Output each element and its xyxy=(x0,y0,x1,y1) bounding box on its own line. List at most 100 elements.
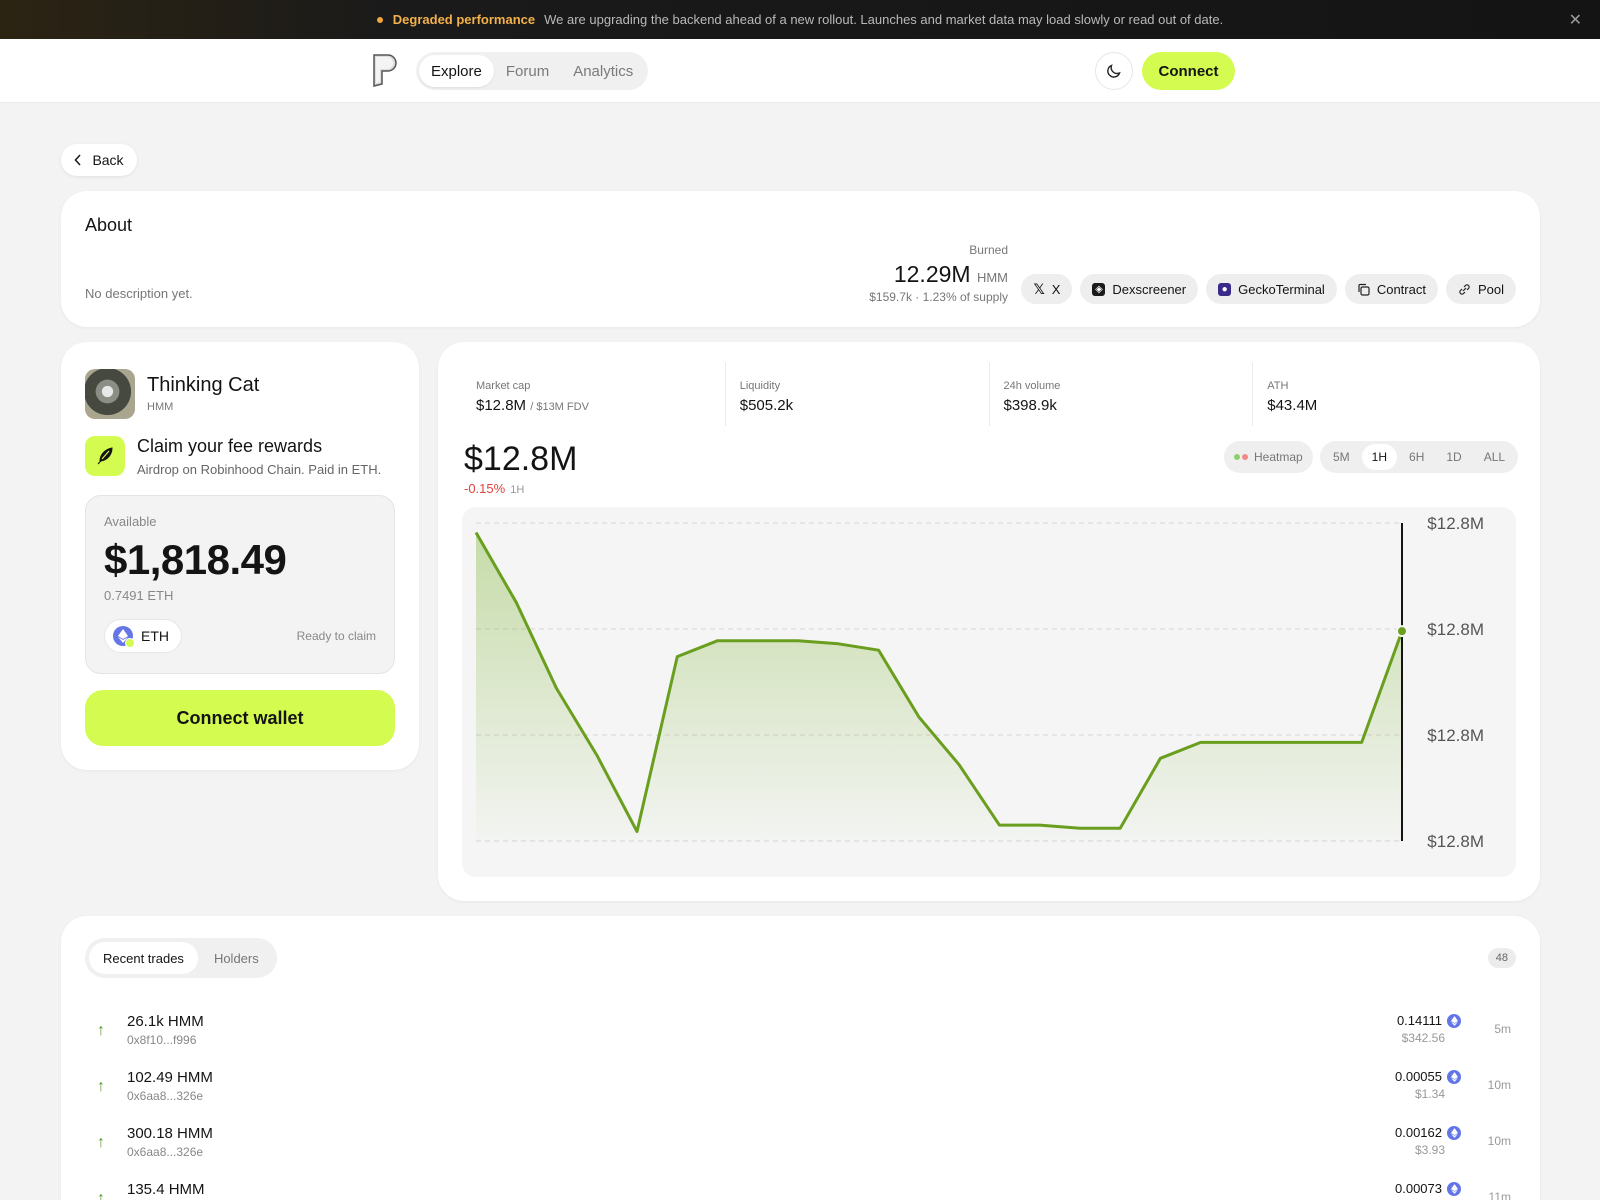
link-dexscreener[interactable]: ◈ Dexscreener xyxy=(1080,274,1199,304)
price-chart[interactable]: $12.8M $12.8M $12.8M $12.8M xyxy=(462,507,1516,877)
link-contract[interactable]: Contract xyxy=(1344,274,1438,304)
stat-value: $398.9k xyxy=(1003,397,1057,414)
link-icon xyxy=(1459,283,1470,295)
trade-usd: $1.34 xyxy=(1414,1087,1445,1101)
trade-address[interactable]: 0x6aa8...326e xyxy=(127,1145,203,1159)
burned-detail: $159.7k · 1.23% of supply xyxy=(869,290,1008,304)
trade-amount: 26.1k HMM xyxy=(127,1013,204,1030)
eth-icon xyxy=(113,626,135,648)
trade-eth-value: 0.14111 xyxy=(1396,1013,1442,1028)
trade-address[interactable]: 0x6aa8...326e xyxy=(127,1089,203,1103)
trade-eth: 0.14111 xyxy=(1397,1013,1461,1028)
trade-age: 10m xyxy=(1487,1134,1511,1148)
timeframe-1h[interactable]: 1H xyxy=(1361,444,1398,470)
tab-forum[interactable]: Forum xyxy=(494,55,561,87)
back-button[interactable]: Back xyxy=(61,144,137,176)
trade-eth-value: 0.00073 xyxy=(1395,1181,1442,1196)
tab-holders[interactable]: Holders xyxy=(200,942,273,974)
timeframe-6h[interactable]: 6H xyxy=(1399,444,1434,470)
claim-status: Ready to claim xyxy=(296,629,376,643)
market-stats: Market cap $12.8M / $13M FDV Liquidity $… xyxy=(462,362,1516,426)
claim-subtitle: Airdrop on Robinhood Chain. Paid in ETH. xyxy=(137,462,382,477)
asset-chip: ETH xyxy=(104,619,182,653)
dexscreener-icon: ◈ xyxy=(1092,282,1106,296)
stat-extra: / $13M FDV xyxy=(530,401,589,413)
stat-value: $505.2k xyxy=(739,397,794,414)
back-label: Back xyxy=(92,152,124,168)
chart-svg: $12.8M $12.8M $12.8M $12.8M xyxy=(474,514,1484,851)
stat-value: $12.8M / $13M FDV xyxy=(476,397,589,414)
connect-button[interactable]: Connect xyxy=(1142,52,1235,90)
stat-label: Liquidity xyxy=(739,380,781,392)
trades-card: Recent trades Holders 48 ↑ 26.1k HMM 0x8f1… xyxy=(61,916,1540,1200)
tab-analytics[interactable]: Analytics xyxy=(561,55,645,87)
external-links: 𝕏 X ◈ Dexscreener ● GeckoTerminal Contra… xyxy=(1021,274,1516,304)
available-eth: 0.7491 ETH xyxy=(104,588,174,603)
trade-age: 5m xyxy=(1494,1022,1511,1036)
chevron-left-icon xyxy=(74,154,82,166)
theme-toggle-button[interactable] xyxy=(1095,52,1133,90)
burned-unit: HMM xyxy=(976,270,1008,285)
tab-recent-trades[interactable]: Recent trades xyxy=(89,942,198,974)
trade-amount: 102.49 HMM xyxy=(127,1069,213,1086)
stat-market-cap: Market cap $12.8M / $13M FDV xyxy=(462,362,726,426)
timeframe-all[interactable]: ALL xyxy=(1474,444,1515,470)
stat-label: 24h volume xyxy=(1003,380,1061,392)
y-tick-label: $12.8M xyxy=(1427,832,1484,851)
copy-icon xyxy=(1358,283,1370,296)
stat-label: ATH xyxy=(1267,380,1289,392)
about-card: About No description yet. Burned 12.29M … xyxy=(61,191,1540,327)
trade-row[interactable]: ↑135.4 HMM0x6aa8...326e0.00073$1.7711m xyxy=(85,1176,1517,1200)
moon-icon xyxy=(1107,64,1121,78)
link-pool[interactable]: Pool xyxy=(1445,274,1516,304)
eth-icon xyxy=(1447,1069,1461,1084)
trade-eth: 0.00073 xyxy=(1395,1181,1461,1196)
trade-age: 11m xyxy=(1488,1190,1511,1200)
trade-amount: 135.4 HMM xyxy=(127,1181,205,1198)
link-label: X xyxy=(1051,281,1061,297)
trade-row[interactable]: ↑ 300.18 HMM 0x6aa8...326e 0.00162 $3.93 10m xyxy=(85,1120,1517,1168)
heatmap-toggle[interactable]: Heatmap xyxy=(1224,441,1313,473)
app-logo[interactable] xyxy=(371,53,397,87)
link-label: GeckoTerminal xyxy=(1238,281,1325,297)
trade-usd: $3.93 xyxy=(1414,1143,1445,1157)
timeframe-1d[interactable]: 1D xyxy=(1436,444,1471,470)
stat-volume: 24h volume $398.9k xyxy=(990,362,1254,426)
available-box: Available $1,818.49 0.7491 ETH ETH Ready… xyxy=(85,495,395,674)
burned-stat: Burned 12.29M HMM $159.7k · 1.23% of sup… xyxy=(869,243,1008,304)
market-card: Market cap $12.8M / $13M FDV Liquidity $… xyxy=(438,342,1540,901)
link-x[interactable]: 𝕏 X xyxy=(1021,274,1073,304)
trade-amount: 300.18 HMM xyxy=(127,1125,213,1142)
red-dot-icon xyxy=(1242,454,1248,460)
nav-tabs: Explore Forum Analytics xyxy=(416,52,649,90)
link-label: Contract xyxy=(1376,281,1426,297)
tab-explore[interactable]: Explore xyxy=(419,55,494,87)
link-label: Pool xyxy=(1477,281,1504,297)
link-geckoterminal[interactable]: ● GeckoTerminal xyxy=(1206,274,1337,304)
close-icon[interactable]: ✕ xyxy=(1569,10,1582,30)
eth-icon xyxy=(1447,1181,1461,1196)
trade-address[interactable]: 0x8f10...f996 xyxy=(127,1033,196,1047)
banner-title: Degraded performance xyxy=(392,12,536,27)
arrow-up-icon: ↑ xyxy=(97,1134,105,1151)
token-symbol: HMM xyxy=(147,401,174,413)
heatmap-label: Heatmap xyxy=(1254,450,1303,464)
trade-eth-value: 0.00162 xyxy=(1395,1125,1442,1140)
eth-icon xyxy=(1447,1125,1461,1140)
trade-usd: $342.56 xyxy=(1401,1031,1445,1045)
y-tick-label: $12.8M xyxy=(1427,726,1484,745)
arrow-up-icon: ↑ xyxy=(97,1022,105,1039)
trade-eth: 0.00162 xyxy=(1395,1125,1461,1140)
arrow-up-icon: ↑ xyxy=(97,1078,105,1095)
current-market-cap: $12.8M xyxy=(464,440,578,478)
about-description: No description yet. xyxy=(85,286,193,301)
price-change: -0.15% 1H xyxy=(464,481,525,496)
trade-row[interactable]: ↑ 26.1k HMM 0x8f10...f996 0.14111 $342.56 5m xyxy=(85,1008,1517,1056)
timeframe-5m[interactable]: 5M xyxy=(1323,444,1360,470)
geckoterminal-icon: ● xyxy=(1218,282,1232,296)
connect-wallet-button[interactable]: Connect wallet xyxy=(85,690,395,746)
trade-eth: 0.00055 xyxy=(1395,1069,1461,1084)
trade-row[interactable]: ↑ 102.49 HMM 0x6aa8...326e 0.00055 $1.34 10m xyxy=(85,1064,1517,1112)
status-banner: Degraded performance We are upgrading th… xyxy=(0,0,1600,39)
green-dot-icon xyxy=(1234,454,1240,460)
